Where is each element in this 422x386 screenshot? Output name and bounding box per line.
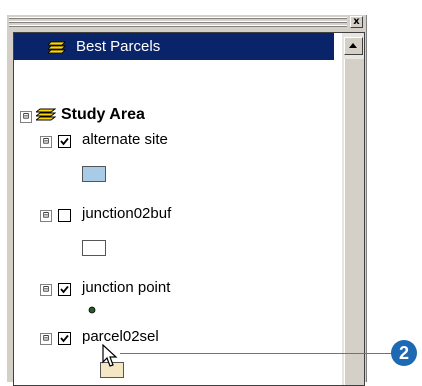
layer-expander[interactable]: ⊟ — [40, 284, 52, 296]
callout-badge: 2 — [391, 340, 417, 366]
checkmark-icon — [60, 334, 69, 343]
layer-visibility-checkbox[interactable] — [58, 283, 71, 296]
layers-icon — [48, 41, 66, 54]
close-button[interactable]: x — [350, 16, 363, 28]
arrow-up-icon — [349, 43, 357, 48]
arrow-cursor-icon — [102, 344, 118, 367]
point-symbol-icon[interactable] — [88, 306, 96, 314]
callout-leader-line — [120, 353, 398, 354]
layer-visibility-checkbox[interactable] — [58, 332, 71, 345]
selected-layer-label: Best Parcels — [76, 38, 161, 55]
table-of-contents-window: x Best Parcels ⊟ Study Area ⊟ alternate … — [6, 14, 367, 386]
vertical-scrollbar[interactable] — [342, 33, 364, 385]
selected-layer-row[interactable]: Best Parcels — [14, 33, 334, 60]
layer-label[interactable]: parcel02sel — [82, 328, 159, 345]
checkmark-icon — [60, 285, 69, 294]
title-grip[interactable] — [9, 17, 347, 29]
layer-symbol-swatch[interactable] — [82, 166, 106, 182]
layer-expander[interactable]: ⊟ — [40, 136, 52, 148]
layer-label[interactable]: junction point — [82, 279, 170, 296]
layer-visibility-checkbox[interactable] — [58, 209, 71, 222]
scroll-up-button[interactable] — [344, 37, 363, 55]
layer-visibility-checkbox[interactable] — [58, 135, 71, 148]
layer-expander[interactable]: ⊟ — [40, 333, 52, 345]
layer-label[interactable]: alternate site — [82, 131, 168, 148]
checkmark-icon — [60, 137, 69, 146]
layer-label[interactable]: junction02buf — [82, 205, 171, 222]
group-label[interactable]: Study Area — [61, 106, 145, 124]
group-expander[interactable]: ⊟ — [20, 111, 32, 123]
layer-symbol-swatch[interactable] — [82, 240, 106, 256]
scroll-track[interactable] — [344, 59, 364, 385]
layers-icon — [36, 108, 56, 121]
layer-expander[interactable]: ⊟ — [40, 210, 52, 222]
toc-content: Best Parcels ⊟ Study Area ⊟ alternate si… — [13, 32, 365, 386]
